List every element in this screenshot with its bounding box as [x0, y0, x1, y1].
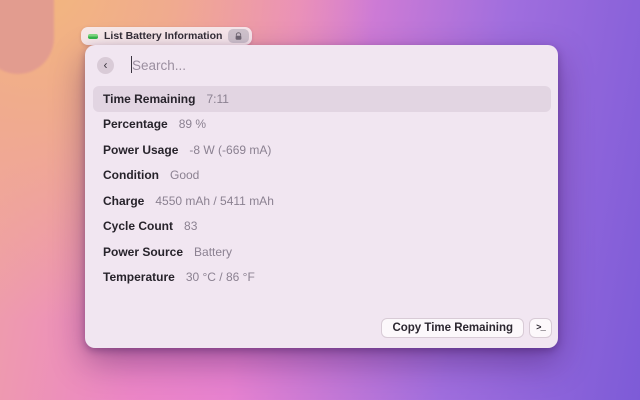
- search-field-wrap: [118, 45, 546, 85]
- command-header-pill[interactable]: List Battery Information: [81, 27, 253, 45]
- list-item-cycle-count[interactable]: Cycle Count 83: [93, 214, 551, 240]
- row-label: Charge: [103, 193, 145, 208]
- list-item-condition[interactable]: Condition Good: [93, 163, 551, 189]
- list-item-power-usage[interactable]: Power Usage -8 W (-669 mA): [93, 137, 551, 163]
- row-label: Temperature: [103, 270, 175, 285]
- list-item-temperature[interactable]: Temperature 30 °C / 86 °F: [93, 265, 551, 291]
- list-item-time-remaining[interactable]: Time Remaining 7:11: [93, 86, 551, 112]
- row-label: Power Source: [103, 244, 184, 259]
- search-bar: ‹: [85, 45, 558, 85]
- row-label: Power Usage: [103, 142, 179, 157]
- search-input[interactable]: [118, 57, 546, 73]
- list-item-charge[interactable]: Charge 4550 mAh / 5411 mAh: [93, 188, 551, 214]
- lock-badge[interactable]: [228, 29, 250, 43]
- row-value: 30 °C / 86 °F: [185, 270, 255, 285]
- row-value: 7:11: [206, 91, 229, 106]
- row-value: 4550 mAh / 5411 mAh: [155, 193, 274, 208]
- wallpaper-blob: [0, 0, 54, 74]
- desktop-background: List Battery Information ‹ Time Remainin…: [0, 0, 640, 400]
- row-value: 83: [184, 219, 198, 234]
- row-value: -8 W (-669 mA): [189, 142, 272, 157]
- copy-time-remaining-button[interactable]: Copy Time Remaining: [381, 317, 524, 338]
- battery-command-icon: [88, 33, 98, 39]
- terminal-prompt-icon[interactable]: >_: [529, 317, 552, 338]
- row-value: Battery: [194, 244, 233, 259]
- action-footer: Copy Time Remaining >_: [85, 314, 558, 348]
- back-button[interactable]: ‹: [97, 56, 114, 74]
- text-caret: [131, 56, 132, 73]
- row-label: Percentage: [103, 117, 168, 132]
- battery-info-list: Time Remaining 7:11 Percentage 89 % Powe…: [85, 85, 558, 290]
- row-label: Time Remaining: [103, 91, 196, 106]
- row-value: Good: [169, 168, 200, 183]
- list-item-percentage[interactable]: Percentage 89 %: [93, 112, 551, 138]
- row-label: Condition: [103, 168, 159, 183]
- lock-icon: [234, 31, 243, 41]
- list-item-power-source[interactable]: Power Source Battery: [93, 239, 551, 265]
- command-title: List Battery Information: [104, 30, 223, 42]
- row-label: Cycle Count: [103, 219, 174, 234]
- raycast-window: ‹ Time Remaining 7:11 Percentage 89 % Po…: [85, 45, 558, 348]
- row-value: 89 %: [178, 117, 207, 132]
